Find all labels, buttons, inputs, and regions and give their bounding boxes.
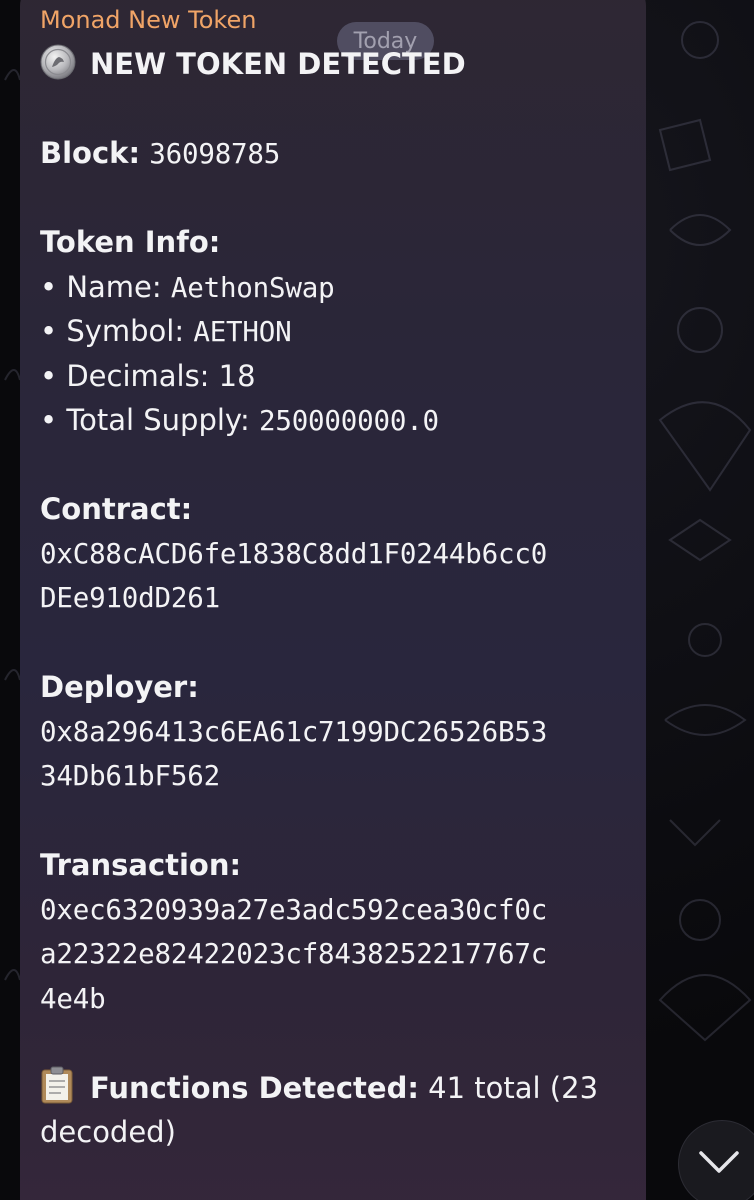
deployer-address-line-1[interactable]: 0x8a296413c6EA61c7199DC26526B53 [40,710,640,755]
message-text: NEW TOKEN DETECTED Block: 36098785 Token… [40,42,640,1155]
transaction-hash-line-3[interactable]: 4e4b [40,977,640,1022]
deployer-label: Deployer: [40,670,199,704]
token-info-label: Token Info: [40,225,221,259]
header-line: NEW TOKEN DETECTED [40,42,640,87]
contract-address-line-1[interactable]: 0xC88cACD6fe1838C8dd1F0244b6cc0 [40,532,640,577]
token-name-prefix: • Name: [40,269,171,304]
contract-label: Contract: [40,492,193,526]
header-text: NEW TOKEN DETECTED [90,47,466,81]
token-decimals-line: • Decimals: 18 [40,358,256,393]
functions-value: 41 total (23 [418,1070,599,1105]
token-name-value[interactable]: AethonSwap [171,272,335,304]
chat-screen: Monad New Token Today NEW TOKEN DETECTED… [0,0,754,1200]
token-supply-value[interactable]: 250000000.0 [259,405,439,437]
token-supply-line: • Total Supply: 250000000.0 [40,398,640,443]
functions-line: Functions Detected: 41 total (23 [40,1066,640,1111]
clipboard-emoji-icon [40,1066,74,1104]
transaction-hash-line-2[interactable]: a22322e82422023cf8438252217767c [40,932,640,977]
token-supply-prefix: • Total Supply: [40,403,259,437]
transaction-label: Transaction: [40,848,242,882]
block-value[interactable]: 36098785 [149,138,280,170]
token-symbol-value[interactable]: AETHON [193,316,291,348]
token-symbol-prefix: • Symbol: [40,314,194,348]
chevron-down-icon [699,1151,739,1173]
block-line: Block: 36098785 [40,131,640,176]
functions-line-2: decoded) [40,1115,176,1149]
transaction-hash-line-1[interactable]: 0xec6320939a27e3adc592cea30cf0c [40,888,640,933]
token-name-line: • Name: AethonSwap [40,265,640,310]
deployer-address-line-2[interactable]: 34Db61bF562 [40,754,640,799]
sender-name[interactable]: Monad New Token [40,6,256,34]
coin-emoji-icon [40,44,76,80]
contract-address-line-2[interactable]: DEe910dD261 [40,576,640,621]
token-symbol-line: • Symbol: AETHON [40,309,640,354]
functions-label: Functions Detected: [90,1070,419,1105]
block-label: Block: [40,136,141,170]
